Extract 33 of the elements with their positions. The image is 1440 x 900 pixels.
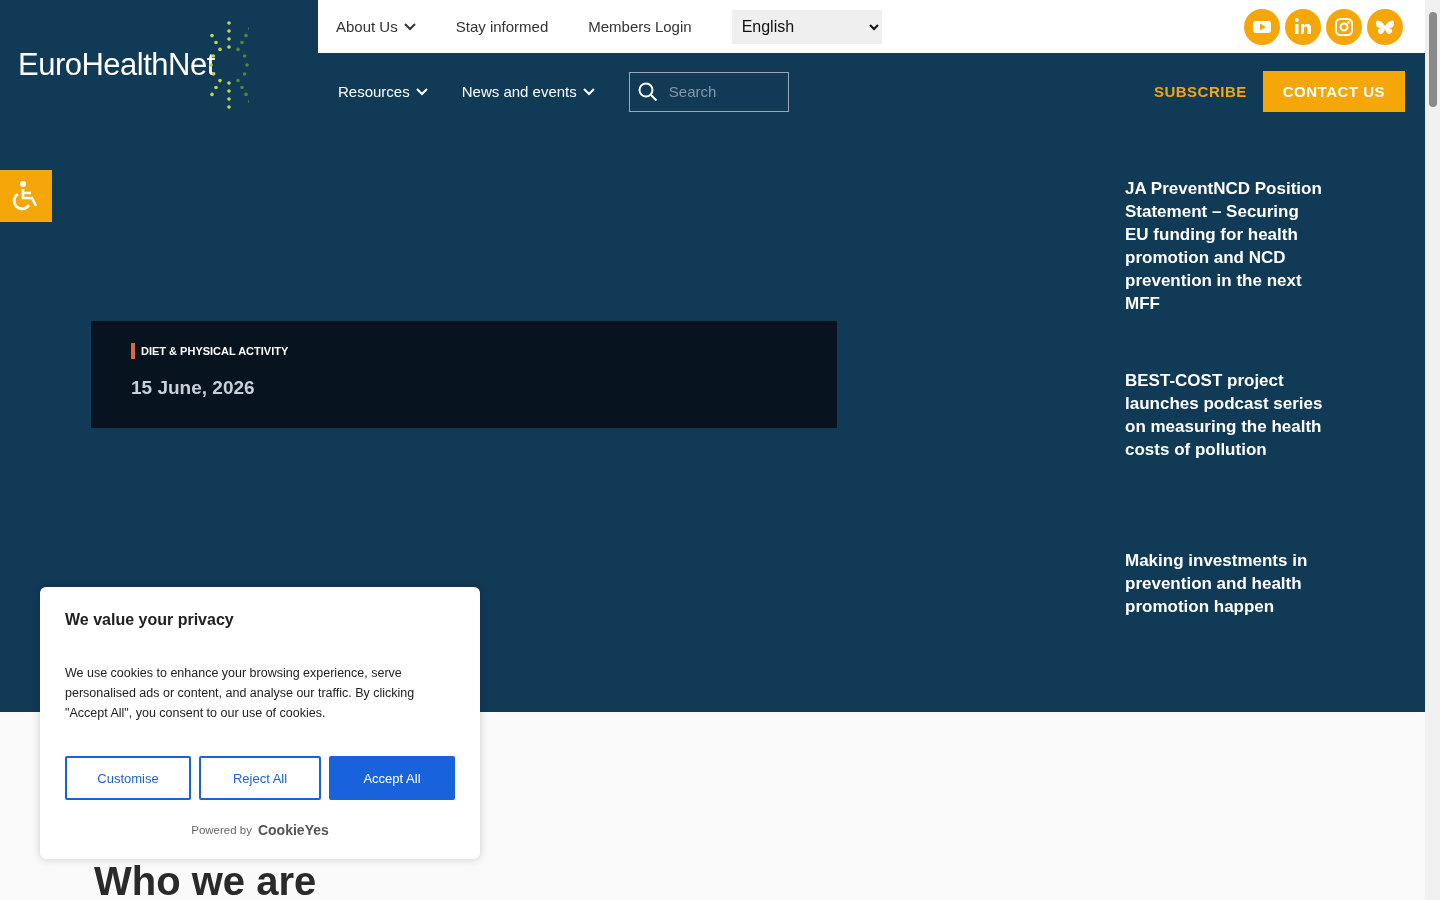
powered-by-text: Powered by <box>191 824 252 836</box>
social-link[interactable] <box>1244 8 1280 45</box>
cookie-button[interactable]: Customise <box>65 756 191 800</box>
category-label: DIET & PHYSICAL ACTIVITY <box>141 345 289 357</box>
language-select[interactable]: English <box>731 9 882 44</box>
section-heading: Who we are <box>94 862 318 900</box>
logo-text[interactable]: EuroHealthNet <box>18 47 215 83</box>
camera-icon <box>1334 16 1354 37</box>
social-link[interactable] <box>1285 8 1321 45</box>
nav-link[interactable]: Members Login <box>588 18 692 35</box>
date-text: 15 June, 2026 <box>131 377 256 399</box>
brand-logo: CookieYes <box>257 822 329 838</box>
search-field[interactable]: Search <box>628 71 789 112</box>
subscribe-link[interactable]: SUBSCRIBE <box>1153 83 1247 100</box>
social-link[interactable] <box>1326 8 1362 45</box>
news-link[interactable]: BEST-COST project launches podcast series on measuring the health costs of pollution <box>1125 369 1325 461</box>
nav-link[interactable]: About Us <box>336 18 416 35</box>
nav-link[interactable]: Stay informed <box>455 18 549 35</box>
accessibility-button[interactable] <box>0 170 52 222</box>
nav-link[interactable]: Resources <box>338 83 428 100</box>
scrollbar-thumb[interactable] <box>1428 12 1437 107</box>
category-marker <box>131 343 135 359</box>
dialog-title: We value your privacy <box>65 611 235 629</box>
news-link[interactable]: Making investments in prevention and health promotion happen <box>1125 549 1325 618</box>
dialog-text: We use cookies to enhance your browsing experience, serve personalised ads or content, and analyse our traffic. By clicking "Accept All", you consent to our use of cookies. <box>65 665 416 722</box>
cookie-button[interactable]: Reject All <box>199 756 321 800</box>
search-icon <box>637 81 658 102</box>
nav-link[interactable]: News and events <box>461 83 595 100</box>
feature-card[interactable]: DIET & PHYSICAL ACTIVITY 15 June, 2026 <box>91 321 837 428</box>
cookie-button[interactable]: Accept All <box>329 756 455 800</box>
linkedin-icon <box>1293 16 1313 37</box>
social-link[interactable] <box>1367 8 1403 45</box>
news-link[interactable]: JA PreventNCD Position Statement – Securing EU funding for health promotion and NCD prevention in the next MFF <box>1125 177 1325 315</box>
